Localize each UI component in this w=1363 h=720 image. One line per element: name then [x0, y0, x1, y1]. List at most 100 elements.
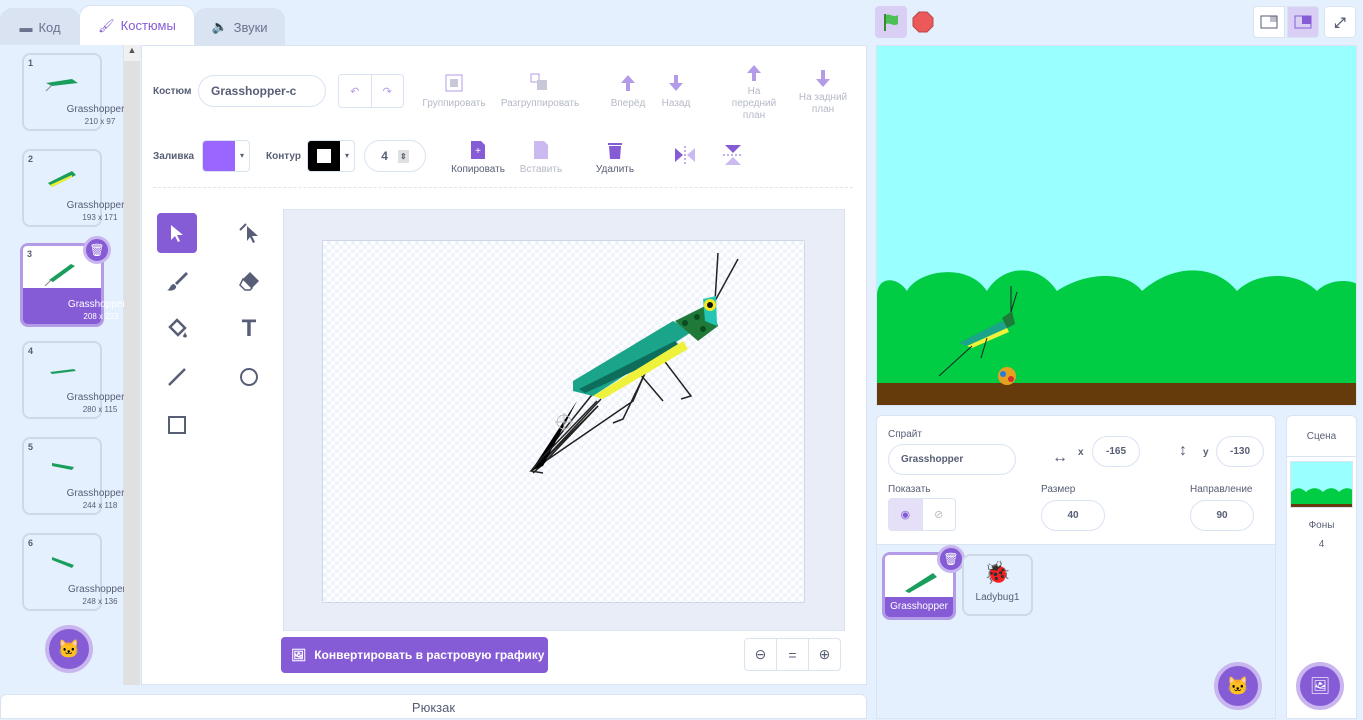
fullscreen-button[interactable]: ⤢ — [1324, 6, 1356, 38]
costume-thumbnail — [52, 463, 74, 470]
x-input[interactable] — [1092, 436, 1140, 467]
copy-button[interactable]: + Копировать — [446, 140, 510, 176]
backdrop-thumbnail — [1290, 461, 1353, 508]
delete-sprite-button[interactable]: 🗑 — [937, 545, 965, 573]
ungroup-button[interactable]: Разгруппировать — [497, 72, 583, 110]
eye-slash-icon: ⊘ — [934, 509, 944, 521]
show-button[interactable]: ◉ — [889, 499, 923, 530]
trash-icon: 🗑 — [943, 552, 959, 566]
undo-redo-group: ↶ ↷ — [338, 74, 404, 108]
zoom-reset-button[interactable]: = — [776, 638, 809, 671]
small-stage-button[interactable] — [1253, 6, 1285, 38]
text-tool[interactable]: T — [229, 309, 269, 349]
line-tool[interactable] — [157, 357, 197, 397]
code-icon: ▬ — [19, 19, 33, 35]
costume-item-selected[interactable]: 3 Grasshopper-c 208 x 223 🗑 — [20, 236, 134, 327]
brush-tool[interactable] — [157, 261, 197, 301]
arrow-down-icon — [669, 75, 683, 91]
backward-button[interactable]: Назад — [656, 72, 696, 110]
costume-item[interactable]: 4 Grasshopper-d 280 x 115 — [22, 341, 133, 419]
x-arrow-icon: ↔ — [1052, 449, 1068, 466]
outline-label: Контур — [266, 151, 301, 162]
costume-thumbnail — [45, 79, 78, 92]
zoom-in-button[interactable]: ⊕ — [808, 638, 841, 671]
scroll-up-icon[interactable]: ▲ — [124, 45, 140, 61]
flip-horizontal-button[interactable] — [673, 145, 697, 168]
backpack[interactable]: Рюкзак — [0, 694, 867, 719]
fill-tool[interactable] — [157, 309, 197, 349]
arrow-top-icon — [747, 65, 761, 81]
redo-button[interactable]: ↷ — [372, 75, 404, 107]
outline-color-picker[interactable]: ▾ — [307, 140, 355, 172]
costume-name-label: Костюм — [153, 86, 192, 97]
direction-label: Направление — [1190, 484, 1253, 495]
sprite-item[interactable]: 🐞 Ladybug1 — [962, 554, 1033, 616]
costume-name-input[interactable] — [198, 75, 326, 107]
zoom-in-icon: ⊕ — [818, 646, 831, 662]
reshape-tool[interactable] — [229, 213, 269, 253]
tab-sounds[interactable]: 🔈 Звуки — [194, 8, 285, 45]
text-icon: T — [241, 315, 257, 342]
sprite-name-input[interactable] — [888, 444, 1016, 475]
size-input[interactable] — [1041, 500, 1105, 531]
eraser-tool[interactable] — [229, 261, 269, 301]
costume-item[interactable]: 1 Grasshopper-a 210 x 97 — [22, 53, 133, 131]
show-label: Показать — [888, 484, 931, 495]
svg-text:+: + — [475, 146, 481, 157]
fill-color-picker[interactable]: ▾ — [202, 140, 250, 172]
undo-icon: ↶ — [350, 85, 360, 98]
outline-width-input[interactable]: 4 ⇕ — [364, 140, 426, 172]
fill-label: Заливка — [153, 151, 195, 162]
tab-costumes[interactable]: 🖌 Костюмы — [79, 5, 195, 45]
delete-costume-button[interactable]: 🗑 — [83, 236, 111, 264]
green-flag-button[interactable] — [875, 6, 907, 38]
stepper-icon[interactable]: ⇕ — [397, 149, 409, 163]
to-back-button[interactable]: На задний план — [793, 68, 853, 116]
grasshopper-drawing — [529, 252, 739, 474]
arrow-cursor-icon — [171, 225, 183, 242]
cat-icon: 🐱 — [57, 638, 81, 659]
group-button[interactable]: Группировать — [420, 72, 488, 110]
fullscreen-icon: ⤢ — [1334, 13, 1346, 30]
trash-icon — [608, 143, 622, 159]
hide-button[interactable]: ⊘ — [923, 499, 956, 530]
eraser-icon — [239, 272, 259, 291]
circle-tool[interactable] — [229, 357, 269, 397]
forward-button[interactable]: Вперёд — [606, 72, 650, 110]
group-icon — [445, 74, 463, 92]
undo-button[interactable]: ↶ — [339, 75, 372, 107]
y-input[interactable] — [1216, 436, 1264, 467]
direction-input[interactable] — [1190, 500, 1254, 531]
speaker-icon: 🔈 — [211, 19, 228, 34]
normal-stage-button[interactable] — [1287, 6, 1319, 38]
redo-icon: ↷ — [382, 85, 392, 98]
dropdown-icon: ▾ — [344, 151, 349, 160]
ladybug-sprite — [998, 367, 1016, 385]
costume-thumbnail — [44, 264, 75, 286]
costume-item[interactable]: 6 Grasshopper-f 248 x 136 — [22, 533, 132, 611]
tab-code[interactable]: ▬ Код — [0, 8, 80, 45]
select-tool[interactable] — [157, 213, 197, 253]
divider — [153, 187, 853, 188]
small-stage-icon — [1260, 15, 1278, 29]
fill-swatch — [203, 141, 235, 171]
flip-vertical-button[interactable] — [722, 143, 744, 170]
costume-item[interactable]: 2 Grasshopper-b 193 x 171 — [22, 149, 133, 227]
choose-backdrop-button[interactable]: 🖼 — [1296, 662, 1344, 710]
costume-item[interactable]: 5 Grasshopper-e 244 x 118 — [22, 437, 133, 515]
costume-thumbnail — [50, 369, 76, 374]
ladybug-thumbnail: 🐞 — [983, 560, 1012, 585]
choose-sprite-button[interactable]: 🐱 — [1214, 662, 1262, 710]
stop-button[interactable] — [912, 11, 934, 36]
sprite-item-selected[interactable]: Grasshopper 🗑 — [882, 545, 965, 620]
paste-button[interactable]: Вставить — [514, 140, 568, 176]
choose-costume-button[interactable]: 🐱 — [45, 625, 93, 673]
convert-to-bitmap-button[interactable]: 🖼 Конвертировать в растровую графику — [281, 637, 548, 673]
stage[interactable] — [876, 45, 1357, 406]
rectangle-tool[interactable] — [157, 405, 197, 445]
zoom-out-button[interactable]: ⊖ — [744, 638, 777, 671]
delete-button[interactable]: Удалить — [590, 140, 640, 176]
costume-list-scrollbar[interactable]: ▲ — [124, 45, 140, 685]
drawing-canvas[interactable] — [322, 240, 805, 603]
to-front-button[interactable]: На передний план — [724, 64, 784, 122]
